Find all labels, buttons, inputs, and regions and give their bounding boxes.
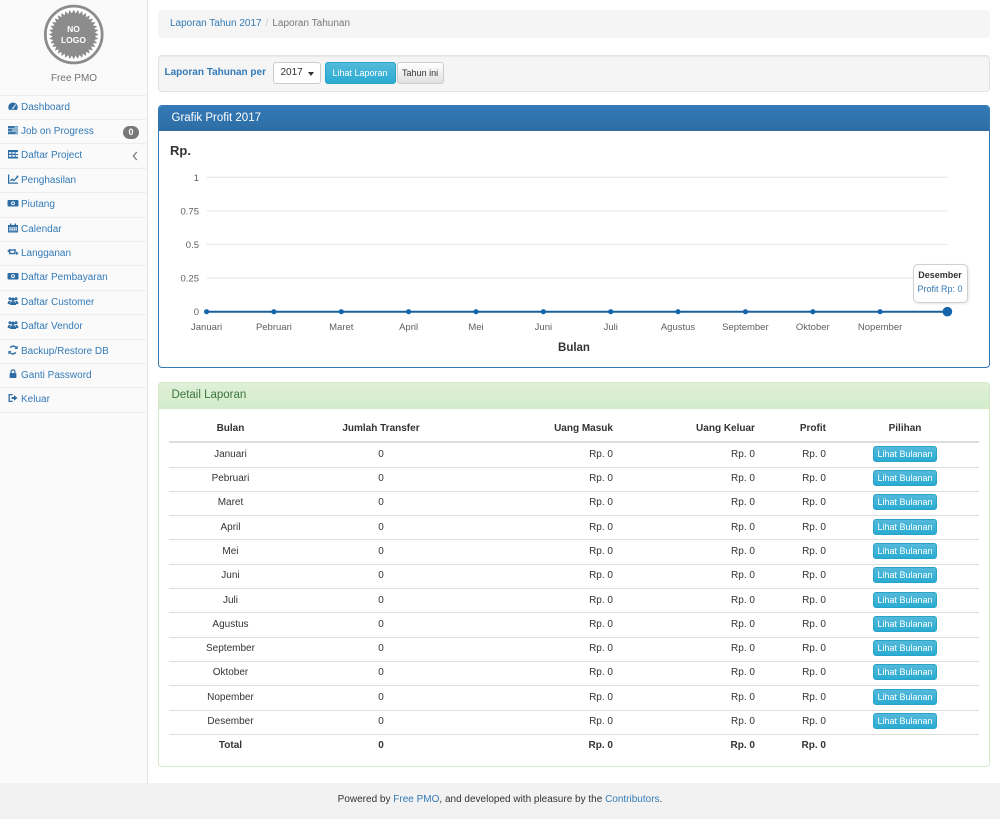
svg-text:Nopember: Nopember xyxy=(858,322,902,333)
svg-text:Agustus: Agustus xyxy=(661,322,696,333)
svg-text:0.5: 0.5 xyxy=(186,240,199,251)
svg-text:Juni: Juni xyxy=(535,322,552,333)
svg-text:Januari: Januari xyxy=(191,322,222,333)
svg-text:Bulan: Bulan xyxy=(558,342,590,354)
svg-text:Oktober: Oktober xyxy=(796,322,830,333)
svg-text:September: September xyxy=(722,322,768,333)
svg-text:Mei: Mei xyxy=(468,322,483,333)
svg-text:Pebruari: Pebruari xyxy=(256,322,292,333)
svg-text:0.25: 0.25 xyxy=(181,274,200,285)
svg-text:Maret: Maret xyxy=(329,322,354,333)
svg-text:NO: NO xyxy=(67,24,80,34)
svg-text:LOGO: LOGO xyxy=(61,35,86,45)
svg-text:0.75: 0.75 xyxy=(181,206,200,217)
svg-text:0: 0 xyxy=(194,307,199,318)
svg-text:April: April xyxy=(399,322,418,333)
svg-text:1: 1 xyxy=(194,173,199,184)
svg-text:Rp.: Rp. xyxy=(170,143,191,158)
svg-text:Juli: Juli xyxy=(604,322,618,333)
